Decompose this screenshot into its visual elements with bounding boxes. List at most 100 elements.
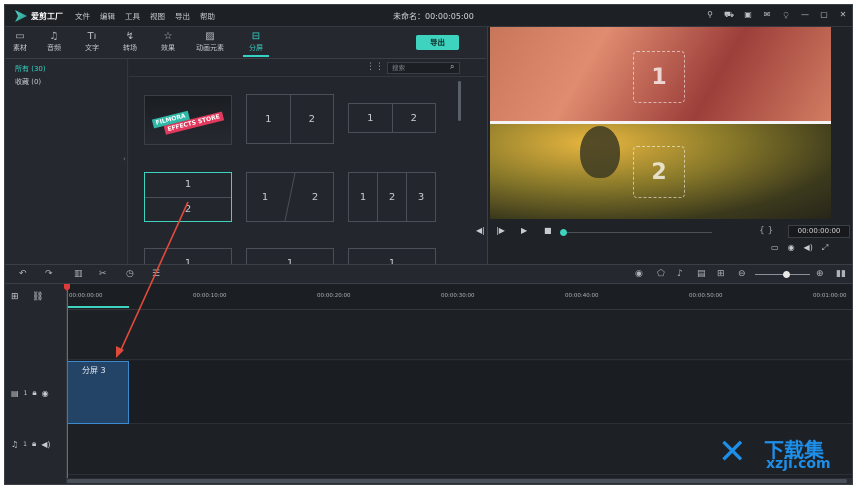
voiceover-icon[interactable]: ♪ (677, 269, 683, 279)
timeline-toolbar: ↶ ↷ ▥ ✂ ◷ ☰ ◉ ⬠ ♪ ▤ ⊞ ⊖ ⊕ ▮▮ (5, 264, 852, 284)
tool-audio[interactable]: ♫ 音频 (39, 30, 69, 53)
split-preset-tile[interactable]: 1 2 (246, 94, 334, 144)
split-preset-tile-selected[interactable]: 1 2 (144, 172, 232, 222)
splitscreen-grid: ⋮⋮ 搜索 ⌕ FILMORA EFFECTS STORE 1 2 1 2 1 … (129, 59, 486, 278)
effects-store-logo: FILMORA EFFECTS STORE (152, 103, 224, 137)
snapshot-icon[interactable]: ◉ (788, 243, 795, 253)
track-headers: ⊞ ⛓ ▤ 1 🔒︎ ◉ ♫ 1 🔒︎ ◀) (5, 284, 67, 484)
drop-zone-2[interactable]: 2 (633, 146, 685, 198)
split-preset-tile[interactable]: 1 2 (348, 103, 436, 133)
progress-knob[interactable] (560, 229, 567, 236)
zoom-out-icon[interactable]: ⊖ (738, 269, 746, 279)
grid-view-icon[interactable]: ⋮⋮ (366, 62, 384, 72)
add-track-icon[interactable]: ⊞ (11, 292, 19, 302)
display-icon[interactable]: ▭ (771, 243, 779, 253)
close-icon[interactable]: ✕ (838, 9, 848, 21)
marker-icon[interactable]: ⬠ (657, 269, 665, 279)
tool-label: 转场 (123, 44, 137, 52)
playback-progress[interactable] (562, 232, 712, 233)
speaker-icon[interactable]: ◀) (41, 440, 50, 449)
logo-text: 爱剪工厂 (31, 11, 63, 21)
render-icon[interactable]: ◉ (635, 269, 643, 279)
title-bar: 爱剪工厂 文件 编辑 工具 视图 导出 帮助 未命名：00:00:05:00 ⚲… (5, 5, 852, 27)
split-preset-tile[interactable]: 1 2 (246, 172, 334, 222)
export-button[interactable]: 导出 (416, 35, 459, 50)
category-all[interactable]: 所有 (30) (15, 64, 46, 74)
link-icon[interactable]: ⛓ (32, 292, 43, 302)
maximize-icon[interactable]: ▢ (819, 9, 829, 21)
tool-label: 音频 (47, 44, 61, 52)
delete-icon[interactable]: ▥ (74, 269, 83, 279)
gift-icon[interactable]: ▣ (743, 9, 753, 21)
balloon-shape (580, 126, 620, 178)
collapse-panel-icon[interactable]: ‹ (123, 155, 126, 163)
tool-effects[interactable]: ☆ 效果 (153, 30, 183, 53)
undo-icon[interactable]: ↶ (19, 269, 27, 279)
menu-file[interactable]: 文件 (75, 11, 90, 22)
grid-searchbar: ⋮⋮ 搜索 ⌕ (129, 59, 486, 77)
tool-media[interactable]: ▭ 素材 (5, 30, 35, 53)
cut-icon[interactable]: ✂ (99, 269, 107, 279)
effects-icon: ☆ (163, 31, 173, 42)
menu-view[interactable]: 视图 (150, 11, 165, 22)
lock-icon[interactable]: 🔒︎ (32, 388, 36, 398)
app-window: 爱剪工厂 文件 编辑 工具 视图 导出 帮助 未命名：00:00:05:00 ⚲… (4, 4, 853, 485)
image-icon: ▨ (205, 31, 215, 42)
visibility-icon[interactable]: ◉ (42, 389, 49, 398)
tool-text[interactable]: Tı 文字 (77, 30, 107, 53)
tool-transition[interactable]: ↯ 转场 (115, 30, 145, 53)
timeline-ruler[interactable]: 00:00:00:00 00:00:10:00 00:00:20:00 00:0… (67, 284, 852, 310)
menu-edit[interactable]: 编辑 (100, 11, 115, 22)
effects-store-tile[interactable]: FILMORA EFFECTS STORE (144, 95, 232, 145)
cart-icon[interactable]: ⛟ (724, 9, 734, 21)
work-area-bar[interactable] (67, 306, 129, 308)
prev-frame-icon[interactable]: ◀| (476, 226, 485, 235)
user-icon[interactable]: ⚲ (705, 9, 715, 21)
playback-controls: ◀| |▶ ▶ ■ { } 00:00:00:00 (476, 223, 852, 241)
transition-icon: ↯ (125, 31, 135, 42)
play-icon[interactable]: ▶ (521, 226, 527, 235)
tool-label: 素材 (13, 44, 27, 52)
grid-scrollbar[interactable] (458, 81, 461, 121)
menu-export[interactable]: 导出 (175, 11, 190, 22)
menu-tools[interactable]: 工具 (125, 11, 140, 22)
media-toolbar: ▭ 素材 ♫ 音频 Tı 文字 ↯ 转场 ☆ 效果 ▨ 动画元素 ⊟ 分屏 导出 (5, 27, 486, 59)
split-preset-tile[interactable]: 1 2 3 (348, 172, 436, 222)
tool-splitscreen[interactable]: ⊟ 分屏 (241, 30, 271, 57)
pause-icon[interactable]: ▮▮ (836, 269, 846, 279)
playhead[interactable] (67, 284, 68, 484)
fullscreen-icon[interactable]: ⤢ (822, 243, 828, 253)
adjust-icon[interactable]: ☰ (152, 269, 160, 279)
next-frame-icon[interactable]: |▶ (496, 226, 505, 235)
search-icon[interactable]: ⌕ (450, 62, 454, 72)
video-track-controls: ▤ 1 🔒︎ ◉ (11, 388, 49, 398)
minimize-icon[interactable]: — (800, 9, 810, 21)
tool-label: 效果 (161, 44, 175, 52)
window-title: 未命名：00:00:05:00 (393, 12, 474, 21)
zoom-slider-knob[interactable] (783, 271, 790, 278)
drop-zone-1[interactable]: 1 (633, 51, 685, 103)
timecode-display: 00:00:00:00 (788, 225, 850, 238)
splitscreen-clip[interactable]: 分屏 3 (67, 361, 129, 424)
folder-icon: ▭ (15, 31, 25, 42)
stop-icon[interactable]: ■ (544, 226, 552, 235)
text-icon: Tı (87, 31, 97, 42)
site-watermark: ✕ 下载集 xzji.com (718, 432, 831, 472)
redo-icon[interactable]: ↷ (45, 269, 53, 279)
tool-elements[interactable]: ▨ 动画元素 (191, 30, 229, 53)
mic-icon[interactable]: ⍜ (781, 9, 791, 21)
video-track-icon: ▤ (11, 388, 19, 398)
fit-icon[interactable]: ⊞ (717, 269, 725, 279)
lock-icon[interactable]: 🔒︎ (32, 439, 36, 449)
zoom-in-icon[interactable]: ⊕ (816, 269, 824, 279)
preview-tools: ▭ ◉ ◀) ⤢ (771, 243, 828, 253)
audio-track-icon: ♫ (11, 439, 19, 449)
volume-icon[interactable]: ◀) (804, 243, 813, 253)
mark-in-out[interactable]: { } (759, 226, 773, 236)
mail-icon[interactable]: ✉ (762, 9, 772, 21)
category-favorites[interactable]: 收藏 (0) (15, 77, 41, 87)
duration-icon[interactable]: ◷ (126, 269, 134, 279)
menu-help[interactable]: 帮助 (200, 11, 215, 22)
diagonal-divider (284, 173, 296, 221)
mixer-icon[interactable]: ▤ (697, 269, 706, 279)
